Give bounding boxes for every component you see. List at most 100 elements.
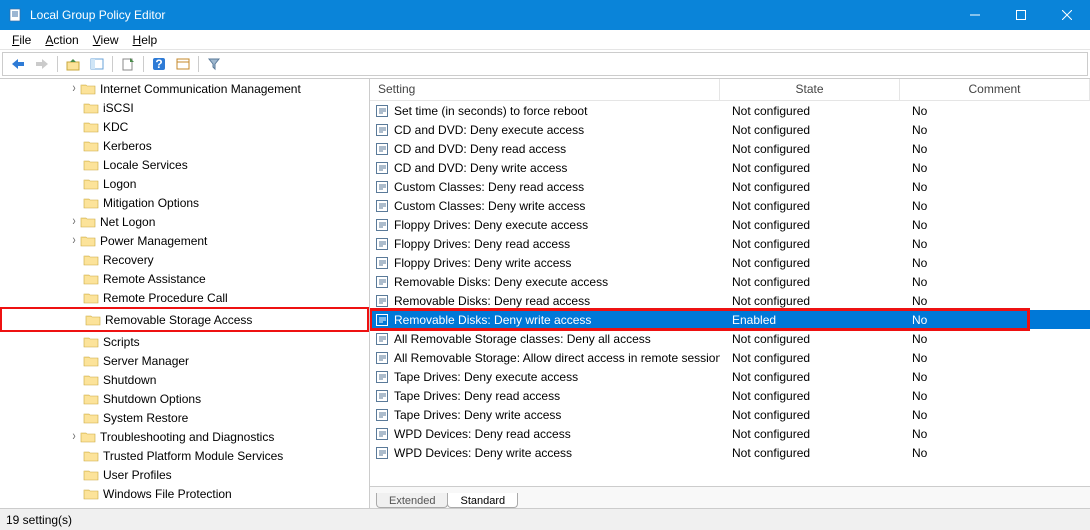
tree-item-label: Recovery	[103, 253, 154, 267]
tree-item-label: Net Logon	[100, 215, 155, 229]
setting-name: Floppy Drives: Deny execute access	[394, 218, 720, 232]
tree-item[interactable]: User Profiles	[0, 465, 369, 484]
setting-name: Tape Drives: Deny write access	[394, 408, 720, 422]
list-row[interactable]: Removable Disks: Deny write accessEnable…	[370, 310, 1090, 329]
list-row[interactable]: CD and DVD: Deny write accessNot configu…	[370, 158, 1090, 177]
list-header: Setting State Comment	[370, 79, 1090, 101]
folder-icon	[82, 335, 100, 349]
column-comment[interactable]: Comment	[900, 79, 1090, 100]
tree-item[interactable]: Kerberos	[0, 136, 369, 155]
tree-item[interactable]: ›Internet Communication Management	[0, 79, 369, 98]
tree-item[interactable]: iSCSI	[0, 98, 369, 117]
list-row[interactable]: All Removable Storage classes: Deny all …	[370, 329, 1090, 348]
tab-extended[interactable]: Extended	[376, 493, 448, 508]
list-row[interactable]: WPD Devices: Deny read accessNot configu…	[370, 424, 1090, 443]
tree-scroll[interactable]: ›Internet Communication ManagementiSCSIK…	[0, 79, 369, 508]
forward-button[interactable]	[31, 54, 53, 74]
setting-state: Not configured	[720, 370, 900, 384]
properties-button[interactable]	[172, 54, 194, 74]
list-row[interactable]: WPD Devices: Deny write accessNot config…	[370, 443, 1090, 462]
tree-item[interactable]: Shutdown Options	[0, 389, 369, 408]
tree-item[interactable]: Remote Procedure Call	[0, 288, 369, 307]
menu-file[interactable]: File	[5, 31, 38, 49]
policy-setting-icon	[374, 217, 390, 233]
list-row[interactable]: Removable Disks: Deny execute accessNot …	[370, 272, 1090, 291]
tree-item-label: Server Manager	[103, 354, 189, 368]
list-row[interactable]: CD and DVD: Deny execute accessNot confi…	[370, 120, 1090, 139]
menu-action[interactable]: Action	[38, 31, 85, 49]
tree-item[interactable]: ›Windows Time Service	[0, 503, 369, 508]
export-button[interactable]	[117, 54, 139, 74]
setting-comment: No	[900, 332, 1090, 346]
tree-item[interactable]: Server Manager	[0, 351, 369, 370]
list-row[interactable]: All Removable Storage: Allow direct acce…	[370, 348, 1090, 367]
close-button[interactable]	[1044, 0, 1090, 30]
list-row[interactable]: Set time (in seconds) to force rebootNot…	[370, 101, 1090, 120]
tree-item-label: Locale Services	[103, 158, 188, 172]
column-setting[interactable]: Setting	[370, 79, 720, 100]
tree-item[interactable]: Scripts	[0, 332, 369, 351]
chevron-right-icon[interactable]: ›	[67, 505, 79, 508]
tree-item-label: Remote Assistance	[103, 272, 206, 286]
column-state[interactable]: State	[720, 79, 900, 100]
tab-standard[interactable]: Standard	[447, 493, 518, 508]
list-row[interactable]: Floppy Drives: Deny read accessNot confi…	[370, 234, 1090, 253]
tree-item-label: User Profiles	[103, 468, 172, 482]
list-row[interactable]: Tape Drives: Deny execute accessNot conf…	[370, 367, 1090, 386]
tree-item[interactable]: Remote Assistance	[0, 269, 369, 288]
chevron-right-icon[interactable]: ›	[67, 214, 79, 229]
chevron-right-icon[interactable]: ›	[67, 233, 79, 248]
maximize-button[interactable]	[998, 0, 1044, 30]
tree-item[interactable]: Recovery	[0, 250, 369, 269]
list-row[interactable]: Custom Classes: Deny write accessNot con…	[370, 196, 1090, 215]
list-row[interactable]: Removable Disks: Deny read accessNot con…	[370, 291, 1090, 310]
policy-setting-icon	[374, 274, 390, 290]
help-button[interactable]: ?	[148, 54, 170, 74]
tree-item[interactable]: Windows File Protection	[0, 484, 369, 503]
setting-state: Not configured	[720, 161, 900, 175]
setting-comment: No	[900, 237, 1090, 251]
show-hide-tree-button[interactable]	[86, 54, 108, 74]
body-split: ›Internet Communication ManagementiSCSIK…	[0, 79, 1090, 508]
menu-view[interactable]: View	[86, 31, 126, 49]
policy-setting-icon	[374, 350, 390, 366]
tree-item[interactable]: Logon	[0, 174, 369, 193]
tree-item-label: Logon	[103, 177, 136, 191]
setting-comment: No	[900, 275, 1090, 289]
tree-item[interactable]: ›Troubleshooting and Diagnostics	[0, 427, 369, 446]
minimize-button[interactable]	[952, 0, 998, 30]
policy-setting-icon	[374, 293, 390, 309]
tree-item-label: Mitigation Options	[103, 196, 199, 210]
list-row[interactable]: CD and DVD: Deny read accessNot configur…	[370, 139, 1090, 158]
menu-help[interactable]: Help	[126, 31, 165, 49]
back-button[interactable]	[7, 54, 29, 74]
filter-button[interactable]	[203, 54, 225, 74]
list-row[interactable]: Tape Drives: Deny write accessNot config…	[370, 405, 1090, 424]
tree-item[interactable]: Removable Storage Access	[2, 310, 367, 329]
tree-item[interactable]: › Power Management	[0, 231, 369, 250]
setting-state: Not configured	[720, 199, 900, 213]
tree-item-label: Power Management	[100, 234, 207, 248]
tree-pane: ›Internet Communication ManagementiSCSIK…	[0, 79, 370, 508]
list-row[interactable]: Floppy Drives: Deny execute accessNot co…	[370, 215, 1090, 234]
setting-state: Not configured	[720, 104, 900, 118]
list-row[interactable]: Floppy Drives: Deny write accessNot conf…	[370, 253, 1090, 272]
tree-item[interactable]: › Net Logon	[0, 212, 369, 231]
folder-icon	[82, 373, 100, 387]
tree-item[interactable]: KDC	[0, 117, 369, 136]
setting-comment: No	[900, 123, 1090, 137]
tree-item[interactable]: Mitigation Options	[0, 193, 369, 212]
setting-name: CD and DVD: Deny write access	[394, 161, 720, 175]
list-row[interactable]: Custom Classes: Deny read accessNot conf…	[370, 177, 1090, 196]
tree-item[interactable]: Locale Services	[0, 155, 369, 174]
tree-item[interactable]: Shutdown	[0, 370, 369, 389]
chevron-right-icon[interactable]: ›	[67, 81, 79, 96]
toolbar: ?	[2, 52, 1088, 76]
list-row[interactable]: Tape Drives: Deny read accessNot configu…	[370, 386, 1090, 405]
chevron-right-icon[interactable]: ›	[67, 429, 79, 444]
folder-icon	[82, 291, 100, 305]
setting-name: All Removable Storage classes: Deny all …	[394, 332, 720, 346]
tree-item[interactable]: Trusted Platform Module Services	[0, 446, 369, 465]
tree-item[interactable]: System Restore	[0, 408, 369, 427]
up-button[interactable]	[62, 54, 84, 74]
